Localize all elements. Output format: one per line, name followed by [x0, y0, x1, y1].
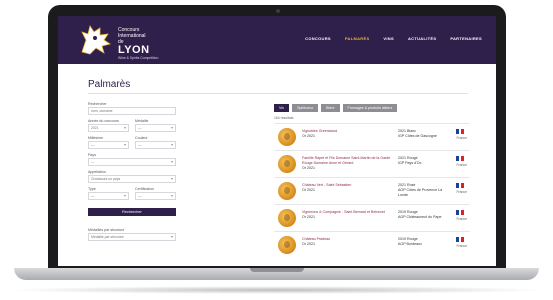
type-value: — — [91, 194, 95, 198]
country-name: France — [456, 163, 467, 167]
award: Or 2021 — [302, 215, 315, 219]
nav-concours[interactable]: CONCOURS — [305, 36, 331, 41]
country-value: — — [91, 160, 95, 164]
search-button[interactable]: Rechercher — [88, 208, 176, 216]
site-header: Concours International de LYON Wine & Sp… — [58, 16, 496, 64]
french-flag-icon — [456, 129, 465, 134]
chevron-down-icon: ▾ — [170, 176, 173, 181]
chevron-down-icon: ▾ — [123, 193, 126, 198]
medal-label: Médaille — [135, 119, 149, 123]
certification-label: Certification — [135, 187, 154, 191]
color-label: Couleur — [135, 136, 148, 140]
result-count: 164 résultats — [274, 116, 294, 120]
main-nav: CONCOURS PALMARÈS VINS ACTUALITÉS PARTEN… — [305, 36, 482, 41]
vintage-value: — — [91, 143, 95, 147]
chevron-down-icon: ▾ — [123, 142, 126, 147]
list-item[interactable]: Vignerons & Compagnie - Saint Bernard et… — [274, 204, 470, 231]
category-tabs: Vin Spiritueux Bière Fromages & produits… — [274, 104, 398, 112]
brand-tagline: Wine & Spirits Competition — [118, 56, 159, 60]
type-select[interactable]: — ▾ — [88, 192, 129, 200]
webcam — [276, 9, 280, 13]
producer-name: Vignerons & Compagnie - Saint Bernard et… — [302, 210, 385, 214]
chevron-down-icon: ▾ — [170, 142, 173, 147]
sort-select[interactable]: Médaille par structure ▾ — [88, 233, 176, 241]
lion-logo-icon — [81, 25, 111, 55]
list-item[interactable]: Château Pradeau Or 2021 2019 Rouge AOP Bor… — [274, 231, 470, 258]
country-select[interactable]: — ▾ — [88, 158, 176, 166]
laptop-notch — [250, 268, 304, 272]
medal-value: — — [138, 126, 142, 130]
appellation-select[interactable]: Choisissez un pays ▾ — [88, 175, 176, 183]
gold-medal-icon — [276, 127, 298, 147]
appellation-value: Choisissez un pays — [91, 177, 121, 181]
chevron-down-icon: ▾ — [170, 234, 173, 239]
appellation: AOP Châteauneuf du Pape — [398, 215, 442, 219]
appellation: AOP Bordeaux — [398, 242, 422, 246]
award: Or 2021 — [302, 188, 315, 192]
award: Or 2021 — [302, 166, 315, 170]
page-title: Palmarès — [88, 79, 131, 90]
gold-medal-icon — [276, 154, 298, 174]
chevron-down-icon: ▾ — [170, 193, 173, 198]
award: Or 2021 — [302, 134, 315, 138]
vintage-label: Millésime — [88, 136, 103, 140]
country-name: France — [456, 190, 467, 194]
french-flag-icon — [456, 183, 465, 188]
french-flag-icon — [456, 156, 465, 161]
gold-medal-icon — [276, 235, 298, 255]
nav-palmares[interactable]: PALMARÈS — [345, 36, 370, 41]
country-label: Pays — [88, 153, 96, 157]
chevron-down-icon: ▾ — [123, 125, 126, 130]
tab-spiritueux[interactable]: Spiritueux — [292, 104, 319, 112]
year-value: 2021 — [91, 126, 99, 130]
french-flag-icon — [456, 210, 465, 215]
gold-medal-icon — [276, 181, 298, 201]
french-flag-icon — [456, 237, 465, 242]
appellation: IGP Côtes de Gascogne — [398, 134, 437, 138]
list-item[interactable]: Château Vert - Saint Sebastien Or 2021 20… — [274, 177, 470, 204]
gold-medal-icon — [276, 208, 298, 228]
appellation: IGP Pays d'Oc — [398, 161, 422, 165]
certification-value: — — [138, 194, 142, 198]
medal-select[interactable]: — ▾ — [135, 124, 176, 132]
vintage-select[interactable]: — ▾ — [88, 141, 129, 149]
year-label: Année du concours — [88, 119, 119, 123]
brand-name: LYON — [118, 44, 150, 56]
country-name: France — [456, 136, 467, 140]
search-label: Rechercher — [88, 102, 107, 106]
color-select[interactable]: — ▾ — [135, 141, 176, 149]
tab-biere[interactable]: Bière — [321, 104, 340, 112]
appellation: AOP Côtes de Provence La Londe — [398, 188, 443, 197]
nav-vins[interactable]: VINS — [383, 36, 394, 41]
tab-vin[interactable]: Vin — [274, 104, 290, 112]
laptop-shadow — [6, 286, 547, 294]
award: Or 2021 — [302, 242, 315, 246]
laptop-screen: Concours International de LYON Wine & Sp… — [58, 16, 496, 266]
filter-panel: Rechercher nom, domaine Année du concour… — [88, 102, 176, 245]
list-item[interactable]: Famille Rapet et Fils Domaine Saint-Mart… — [274, 150, 470, 177]
search-input[interactable]: nom, domaine — [88, 107, 176, 115]
country-name: France — [456, 244, 467, 248]
producer-name: Famille Rapet et Fils Domaine Saint-Mart… — [302, 156, 391, 165]
results-list: Vignobles Greenwood Or 2021 2021 Blanc IGP… — [274, 123, 470, 258]
appellation-label: Appellation — [88, 170, 106, 174]
tab-fromages[interactable]: Fromages & produits laitiers — [342, 104, 398, 112]
certification-select[interactable]: — ▾ — [135, 192, 176, 200]
chevron-down-icon: ▾ — [170, 159, 173, 164]
brand-text[interactable]: Concours International de LYON Wine & Sp… — [118, 27, 158, 60]
list-item[interactable]: Vignobles Greenwood Or 2021 2021 Blanc IGP… — [274, 123, 470, 150]
color-value: — — [138, 143, 142, 147]
chevron-down-icon: ▾ — [170, 125, 173, 130]
title-divider — [88, 93, 468, 94]
sort-value: Médaille par structure — [91, 235, 124, 239]
country-name: France — [456, 217, 467, 221]
type-label: Type — [88, 187, 96, 191]
year-select[interactable]: 2021 ▾ — [88, 124, 129, 132]
sort-label: Médailles par structure — [88, 228, 125, 232]
nav-partenaires[interactable]: PARTENAIRES — [450, 36, 482, 41]
nav-actualites[interactable]: ACTUALITÉS — [408, 36, 436, 41]
